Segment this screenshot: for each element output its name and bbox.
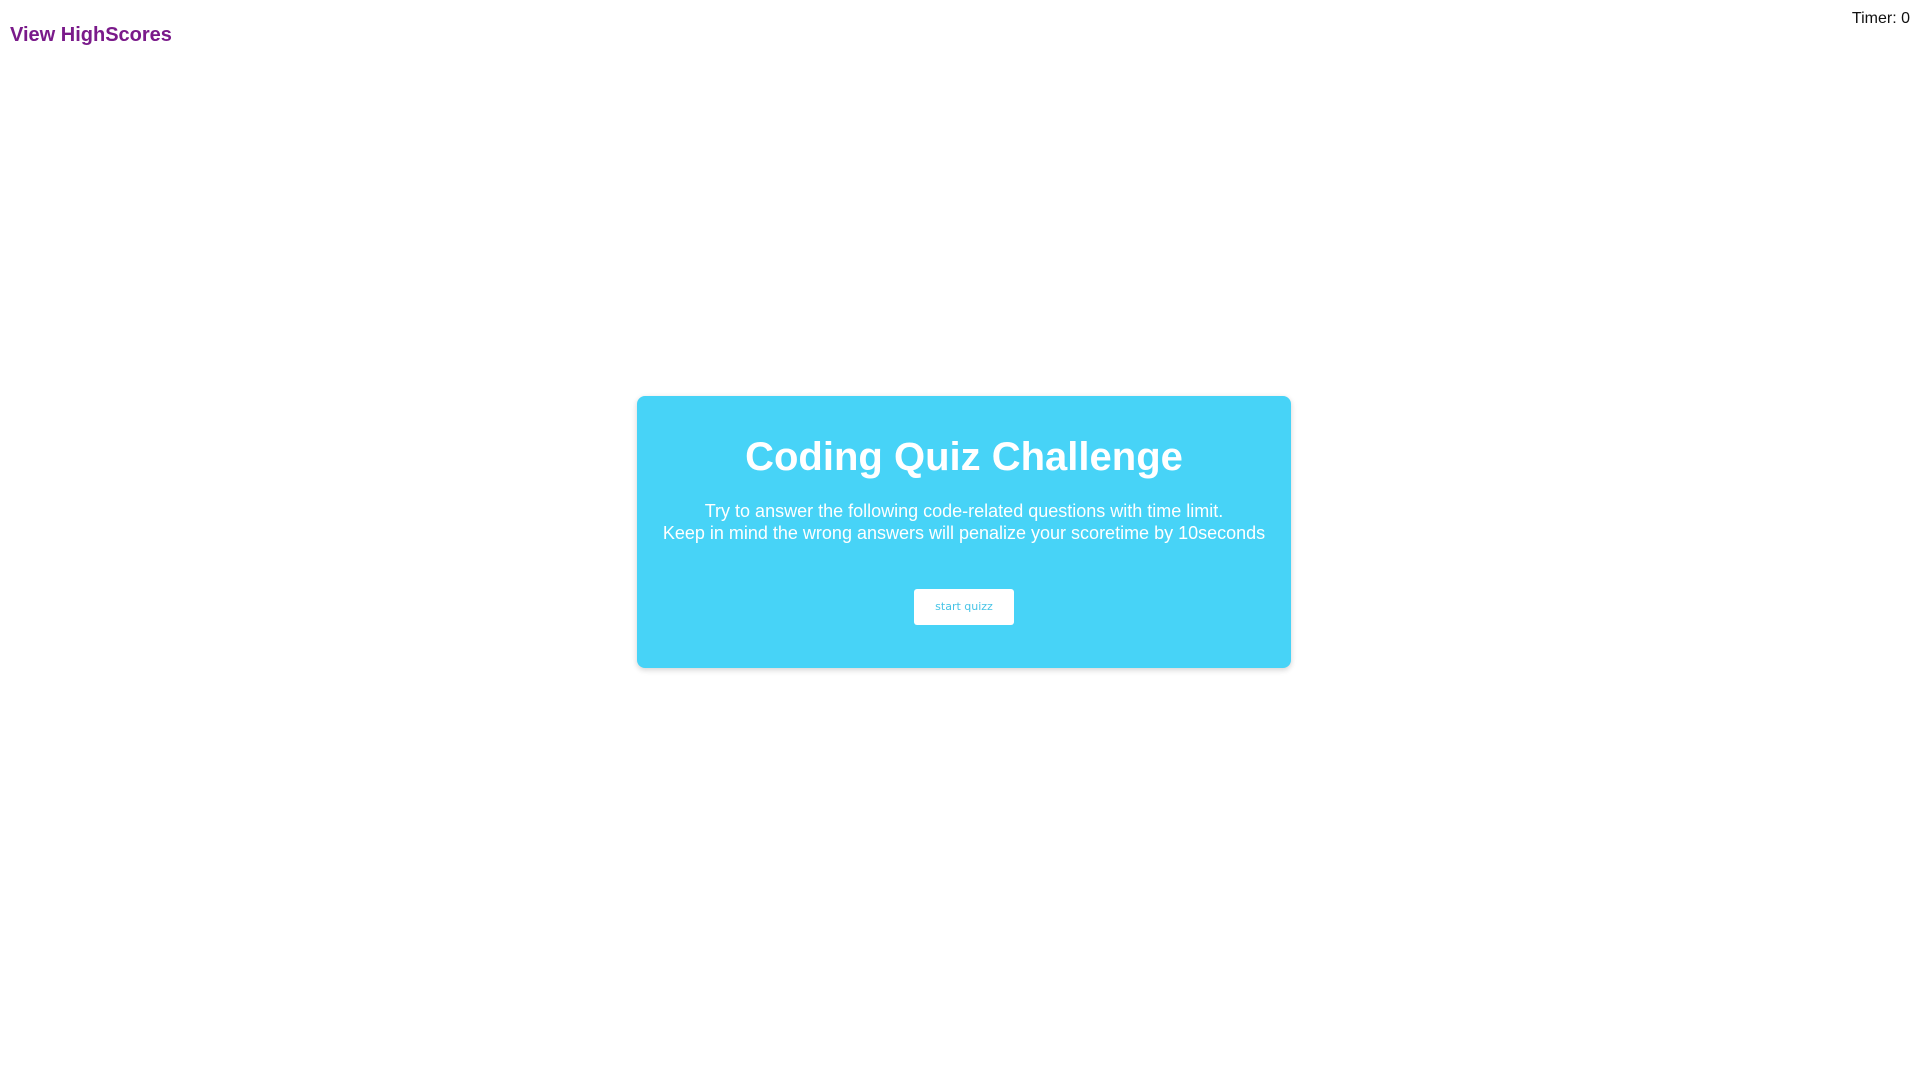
timer-display: Timer: 0 <box>1851 10 1910 27</box>
quiz-description-line-1: Try to answer the following code-related… <box>704 501 1224 521</box>
quiz-description: Try to answer the following code-related… <box>637 500 1291 544</box>
page: View HighScores Timer: 0 Coding Quiz Cha… <box>0 0 1920 1080</box>
start-quiz-button[interactable]: start quizz <box>914 589 1014 625</box>
quiz-intro-card: Coding Quiz Challenge Try to answer the … <box>637 396 1291 668</box>
quiz-description-line-2: Keep in mind the wrong answers will pena… <box>662 523 1266 543</box>
quiz-title: Coding Quiz Challenge <box>745 435 1183 479</box>
view-highscores-link[interactable]: View HighScores <box>10 24 172 47</box>
